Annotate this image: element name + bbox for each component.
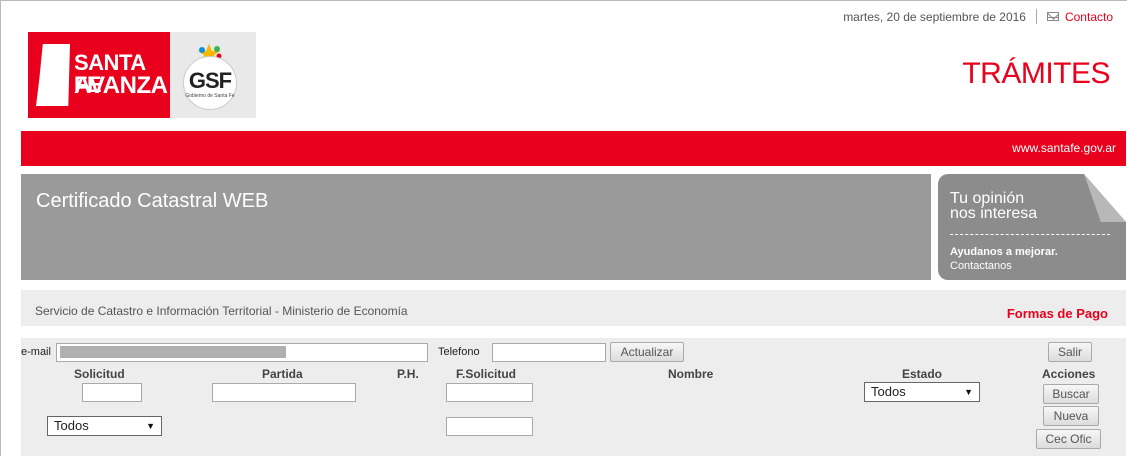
contact-label: Contacto xyxy=(1064,9,1113,24)
partida-input[interactable] xyxy=(212,383,356,402)
page-title: Certificado Catastral WEB xyxy=(36,190,269,212)
redacted-email xyxy=(60,346,286,358)
update-button[interactable]: Actualizar xyxy=(610,342,684,362)
gsf-logo: GSF Gobierno de Santa Fe xyxy=(170,32,256,118)
column-header-fsolicitud: F.Solicitud xyxy=(456,367,516,381)
page-title-banner: Certificado Catastral WEB xyxy=(21,174,931,280)
column-header-estado: Estado xyxy=(902,367,943,381)
contact-link[interactable]: Contacto xyxy=(1046,9,1113,24)
current-date: martes, 20 de septiembre de 2016 xyxy=(843,9,1026,24)
column-header-partida: Partida xyxy=(262,367,303,381)
ministry-strip: Servicio de Catastro e Información Terri… xyxy=(21,290,1126,326)
top-utility-bar: martes, 20 de septiembre de 2016 Contact… xyxy=(843,9,1113,24)
new-button[interactable]: Nueva xyxy=(1043,406,1099,426)
fsolicitud-from-input[interactable] xyxy=(446,383,533,402)
column-header-acciones: Acciones xyxy=(1042,367,1096,381)
logout-button[interactable]: Salir xyxy=(1048,342,1092,362)
feedback-line2: nos interesa xyxy=(950,205,1038,222)
column-header-solicitud: Solicitud xyxy=(74,367,125,381)
logo-text-line2: AVANZA xyxy=(74,72,168,99)
tipo-select[interactable]: Todos ▼ xyxy=(47,416,162,436)
red-header-band: www.santafe.gov.ar xyxy=(21,131,1126,166)
cec-ofic-button[interactable]: Cec Ofic xyxy=(1036,429,1101,449)
province-map-icon xyxy=(36,44,70,106)
site-url-link[interactable]: www.santafe.gov.ar xyxy=(1012,141,1116,155)
phone-field[interactable] xyxy=(492,343,606,362)
page-heading: TRÁMITES xyxy=(962,57,1110,90)
santa-fe-logo: SANTA FE AVANZA xyxy=(28,32,170,118)
estado-selected-value: Todos xyxy=(871,384,906,399)
solicitud-input[interactable] xyxy=(82,383,142,402)
gsf-subtext: Gobierno de Santa Fe xyxy=(185,93,235,99)
gsf-text: GSF xyxy=(188,68,232,93)
phone-label: Telefono xyxy=(438,346,480,358)
email-label: e-mail xyxy=(21,346,51,358)
fsolicitud-to-input[interactable] xyxy=(446,417,533,436)
feedback-card[interactable]: Tu opinión nos interesa Ayudanos a mejor… xyxy=(938,174,1126,280)
column-header-nombre: Nombre xyxy=(668,367,714,381)
feedback-cta: Ayudanos a mejorar. xyxy=(950,246,1058,258)
payment-methods-link[interactable]: Formas de Pago xyxy=(1007,306,1108,321)
estado-select[interactable]: Todos ▼ xyxy=(864,382,980,402)
ministry-label: Servicio de Catastro e Información Terri… xyxy=(35,304,408,318)
tipo-selected-value: Todos xyxy=(54,418,89,433)
site-logo[interactable]: SANTA FE AVANZA GSF Gobierno de Santa Fe xyxy=(28,32,256,118)
search-button[interactable]: Buscar xyxy=(1043,384,1099,404)
divider xyxy=(1035,9,1037,24)
feedback-contact-link[interactable]: Contactanos xyxy=(950,260,1012,272)
column-header-ph: P.H. xyxy=(397,367,419,381)
gsf-badge: GSF Gobierno de Santa Fe xyxy=(183,56,237,110)
dashed-divider xyxy=(950,234,1110,235)
dropdown-arrow-icon: ▼ xyxy=(964,387,973,397)
envelope-icon xyxy=(1046,12,1059,21)
dropdown-arrow-icon: ▼ xyxy=(146,421,155,431)
